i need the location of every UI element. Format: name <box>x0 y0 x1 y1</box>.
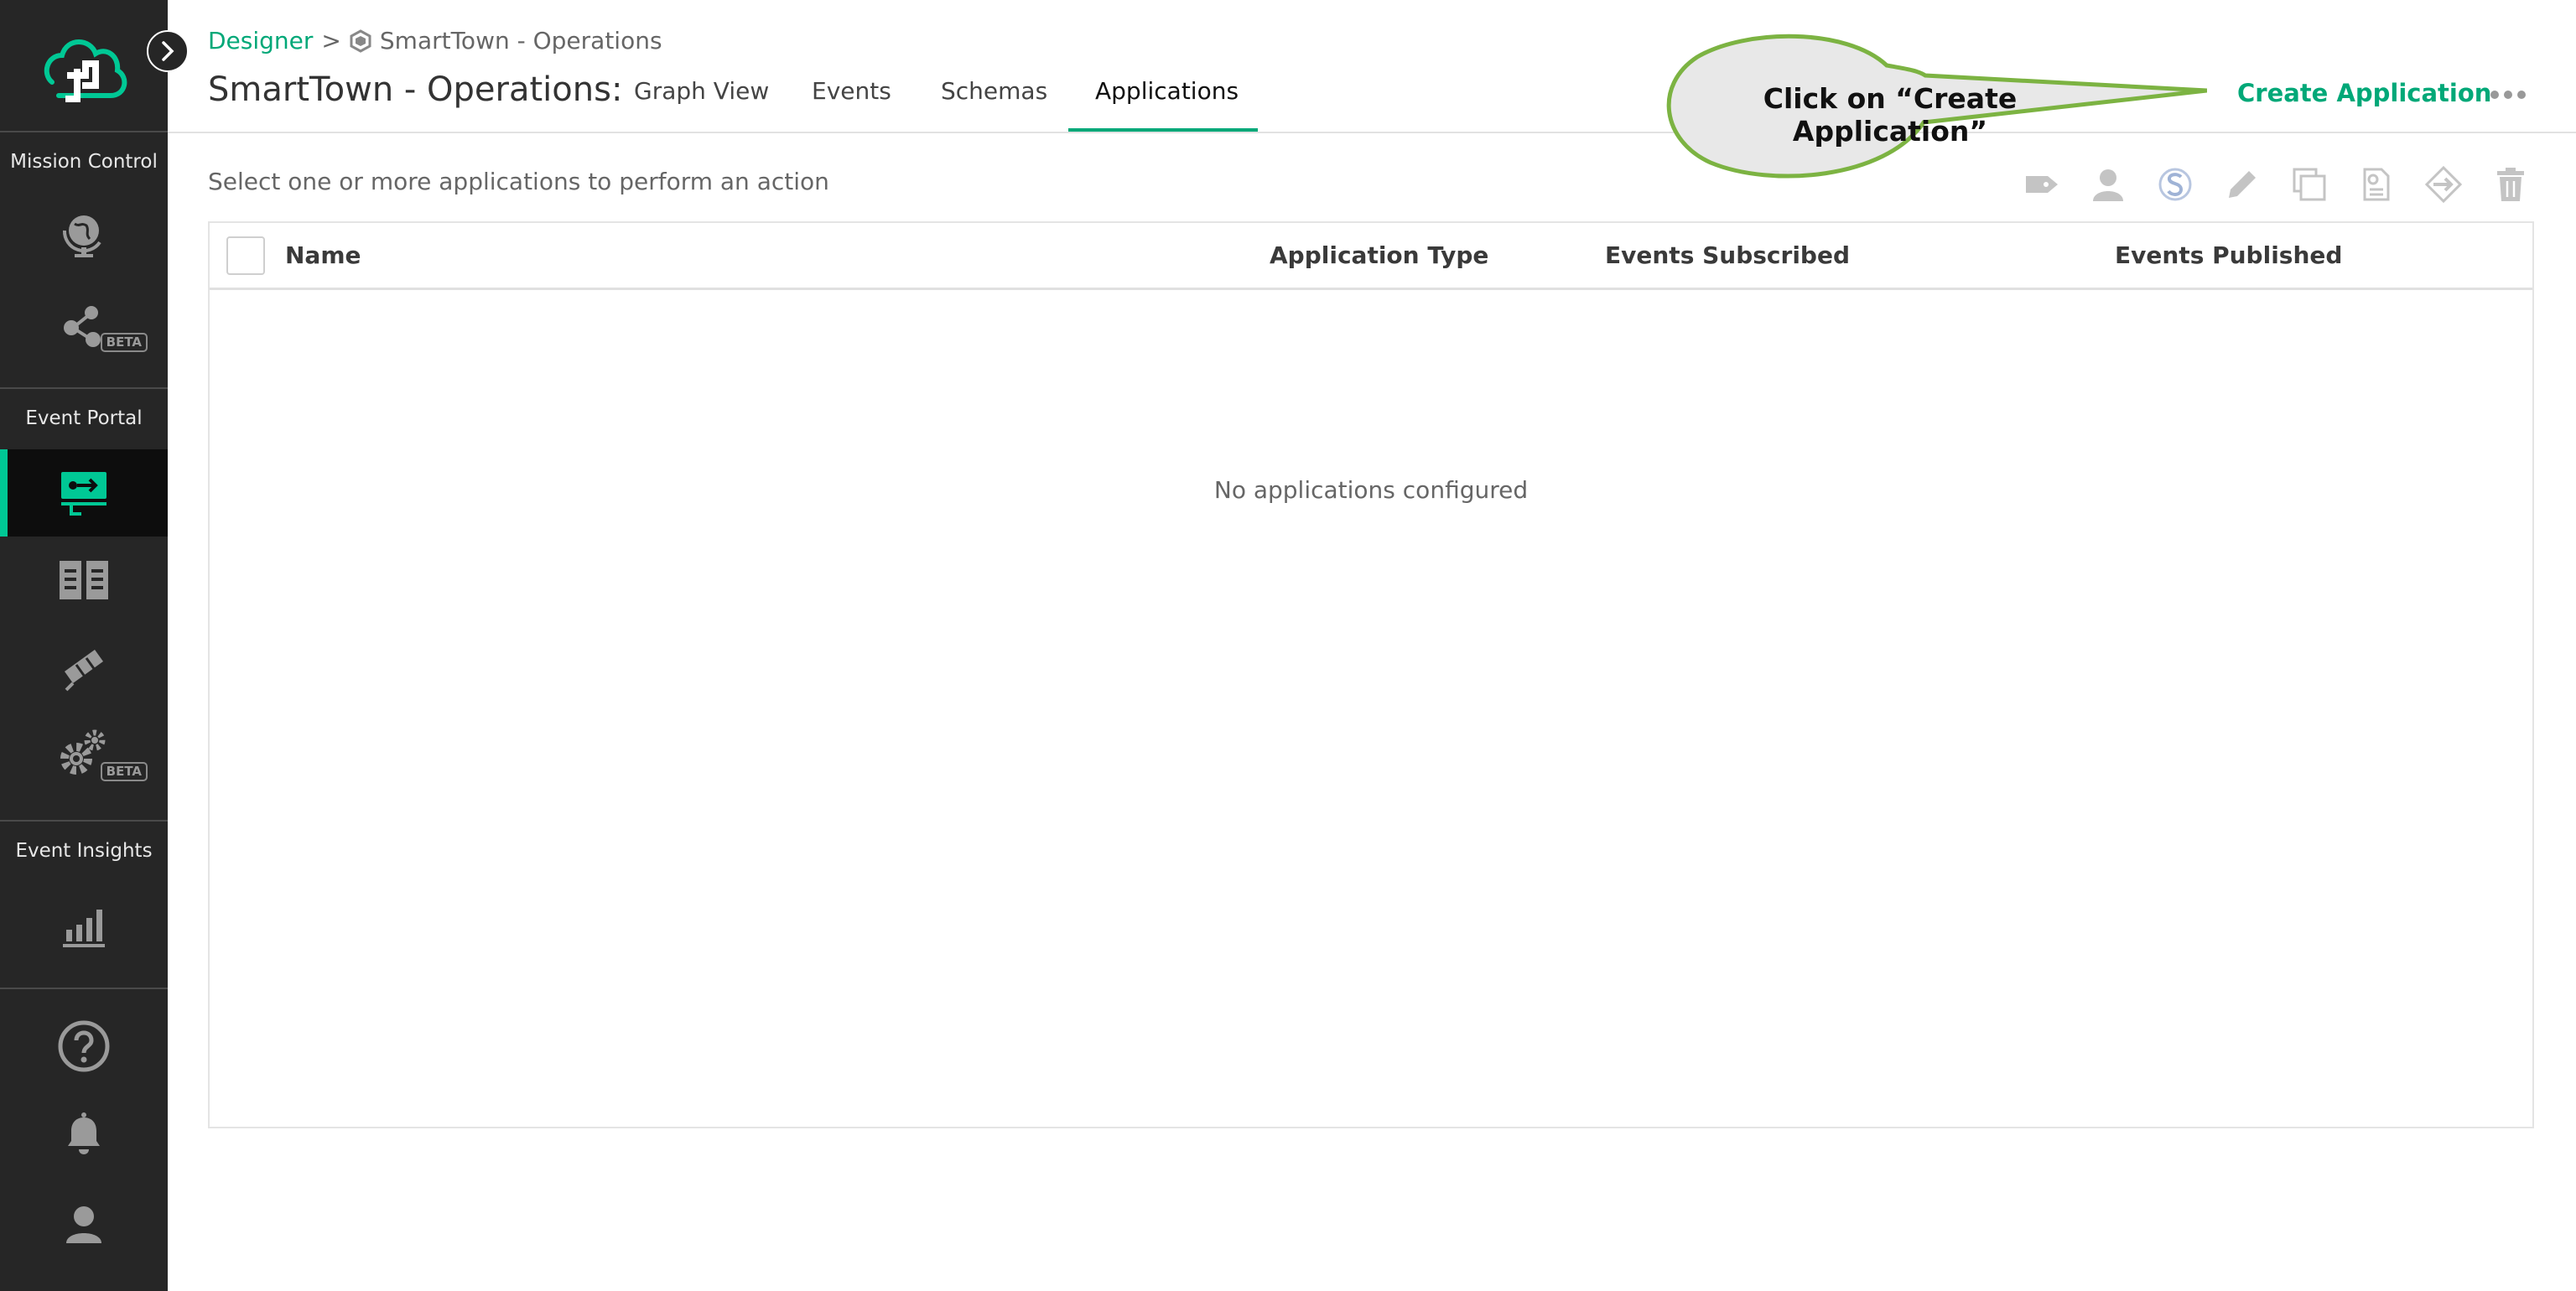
tag-icon[interactable] <box>2021 164 2061 205</box>
sidebar-item-settings-beta[interactable]: BETA <box>0 711 168 798</box>
sidebar-item-discovery[interactable] <box>0 624 168 711</box>
globe-icon <box>62 215 101 257</box>
chevron-right-icon <box>162 41 174 61</box>
tab-graph-view[interactable]: Graph View <box>634 77 769 105</box>
column-header-events-published[interactable]: Events Published <box>2115 241 2342 269</box>
column-header-events-subscribed[interactable]: Events Subscribed <box>1605 241 1850 269</box>
beta-badge: BETA <box>100 762 148 781</box>
empty-state-message: No applications configured <box>1213 476 1529 504</box>
section-label-event-portal: Event Portal <box>25 407 143 429</box>
sidebar-item-graph-beta[interactable]: BETA <box>0 282 168 369</box>
breadcrumb-separator: > <box>321 27 341 54</box>
sidebar-item-profile[interactable] <box>0 1180 168 1268</box>
breadcrumb: Designer > SmartTown - Operations <box>208 27 662 54</box>
edit-icon[interactable] <box>2222 164 2262 205</box>
sidebar: Mission Control BETA Event Portal BETA E… <box>0 0 168 1291</box>
sidebar-item-globe[interactable] <box>0 189 168 277</box>
sidebar-divider <box>0 820 168 822</box>
sidebar-divider <box>0 131 168 132</box>
help-icon <box>58 1020 110 1072</box>
sidebar-divider <box>0 988 168 989</box>
delete-icon[interactable] <box>2490 164 2531 205</box>
tab-applications[interactable]: Applications <box>1095 77 1239 105</box>
sidebar-divider <box>0 387 168 389</box>
section-label-event-insights: Event Insights <box>15 840 153 862</box>
column-header-name[interactable]: Name <box>285 241 361 269</box>
sidebar-item-insights[interactable] <box>0 882 168 969</box>
sidebar-expand-button[interactable] <box>147 30 189 72</box>
move-icon[interactable] <box>2423 164 2464 205</box>
select-all-checkbox[interactable] <box>226 236 265 275</box>
domain-hexagon-icon <box>350 29 371 53</box>
sidebar-item-notifications[interactable] <box>0 1091 168 1179</box>
applications-table: Name Application Type Events Subscribed … <box>208 221 2534 1128</box>
shared-icon[interactable] <box>2155 164 2195 205</box>
bar-chart-icon <box>63 910 105 947</box>
catalog-book-icon <box>60 561 108 599</box>
tab-schemas[interactable]: Schemas <box>941 77 1047 105</box>
sidebar-item-help[interactable] <box>0 1003 168 1090</box>
page-title: SmartTown - Operations: <box>208 70 623 109</box>
create-application-button[interactable]: Create Application <box>2237 79 2491 107</box>
bell-icon <box>68 1112 100 1154</box>
callout-text: Click on “Create Application” <box>1763 82 2018 148</box>
owner-icon[interactable] <box>2088 164 2128 205</box>
sidebar-item-designer[interactable] <box>0 449 168 537</box>
column-header-application-type[interactable]: Application Type <box>1270 241 1488 269</box>
table-header: Name Application Type Events Subscribed … <box>210 223 2532 290</box>
designer-icon <box>61 472 106 516</box>
selection-hint: Select one or more applications to perfo… <box>208 168 829 195</box>
duplicate-icon[interactable] <box>2289 164 2329 205</box>
breadcrumb-current: SmartTown - Operations <box>379 27 662 54</box>
header-divider <box>168 132 2576 133</box>
telescope-icon <box>65 650 103 692</box>
breadcrumb-designer-link[interactable]: Designer <box>208 27 313 54</box>
section-label-mission-control: Mission Control <box>10 151 158 173</box>
sidebar-item-catalog[interactable] <box>0 537 168 624</box>
copy-doc-icon[interactable] <box>2356 164 2397 205</box>
tab-events[interactable]: Events <box>812 77 891 105</box>
user-icon <box>66 1206 101 1243</box>
logo-area[interactable] <box>0 0 168 131</box>
beta-badge: BETA <box>100 333 148 352</box>
more-options-icon[interactable] <box>2487 82 2529 107</box>
logo-cloud-icon[interactable] <box>34 30 134 106</box>
